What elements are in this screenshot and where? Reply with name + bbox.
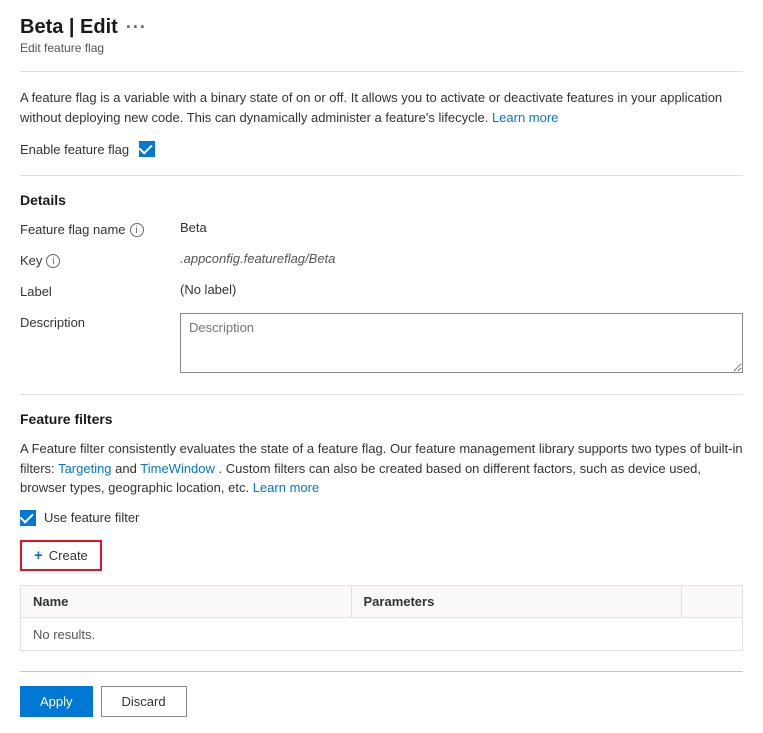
feature-filters-divider — [20, 394, 743, 395]
table-no-results-row: No results. — [21, 618, 742, 650]
table-header: Name Parameters — [21, 586, 742, 618]
enable-feature-flag-checkbox[interactable] — [139, 141, 155, 157]
no-results-text: No results. — [33, 627, 95, 642]
targeting-highlight: Targeting — [58, 461, 111, 476]
use-feature-filter-label: Use feature filter — [44, 510, 139, 525]
plus-icon: + — [34, 547, 43, 564]
create-button[interactable]: + Create — [20, 540, 102, 571]
enable-feature-flag-row: Enable feature flag — [20, 141, 743, 157]
label-value: (No label) — [180, 282, 743, 299]
table-header-name: Name — [21, 586, 352, 617]
create-button-label: Create — [49, 548, 88, 563]
filters-table: Name Parameters No results. — [20, 585, 743, 651]
feature-flag-name-info-icon[interactable]: i — [130, 223, 144, 237]
table-header-actions — [682, 586, 742, 617]
key-value: .appconfig.featureflag/Beta — [180, 251, 743, 268]
learn-more-link-filters[interactable]: Learn more — [253, 480, 319, 495]
table-header-parameters: Parameters — [352, 586, 683, 617]
label-label: Label — [20, 282, 180, 299]
feature-flag-name-value: Beta — [180, 220, 743, 237]
page-title: Beta | Edit — [20, 16, 118, 39]
top-divider — [20, 71, 743, 72]
no-results-cell: No results. — [21, 618, 742, 650]
description-input[interactable] — [180, 313, 743, 373]
details-section-title: Details — [20, 192, 743, 208]
footer-buttons: Apply Discard — [20, 686, 743, 717]
description-label: Description — [20, 313, 180, 376]
key-label: Key i — [20, 251, 180, 268]
page-title-row: Beta | Edit ··· — [20, 16, 743, 39]
details-grid: Feature flag name i Beta Key i .appconfi… — [20, 220, 743, 376]
feature-flag-name-label: Feature flag name i — [20, 220, 180, 237]
details-top-divider — [20, 175, 743, 176]
enable-feature-flag-label: Enable feature flag — [20, 142, 129, 157]
timewindow-highlight: TimeWindow — [140, 461, 215, 476]
feature-filters-description: A Feature filter consistently evaluates … — [20, 439, 743, 498]
feature-filters-section-title: Feature filters — [20, 411, 743, 427]
description-input-wrapper — [180, 313, 743, 376]
ellipsis-menu[interactable]: ··· — [126, 17, 147, 38]
footer-divider — [20, 671, 743, 672]
use-filter-row: Use feature filter — [20, 510, 743, 526]
page-subtitle: Edit feature flag — [20, 41, 743, 55]
feature-flag-description: A feature flag is a variable with a bina… — [20, 88, 743, 127]
key-info-icon[interactable]: i — [46, 254, 60, 268]
discard-button[interactable]: Discard — [101, 686, 187, 717]
apply-button[interactable]: Apply — [20, 686, 93, 717]
use-feature-filter-checkbox[interactable] — [20, 510, 36, 526]
learn-more-link-top[interactable]: Learn more — [492, 110, 558, 125]
